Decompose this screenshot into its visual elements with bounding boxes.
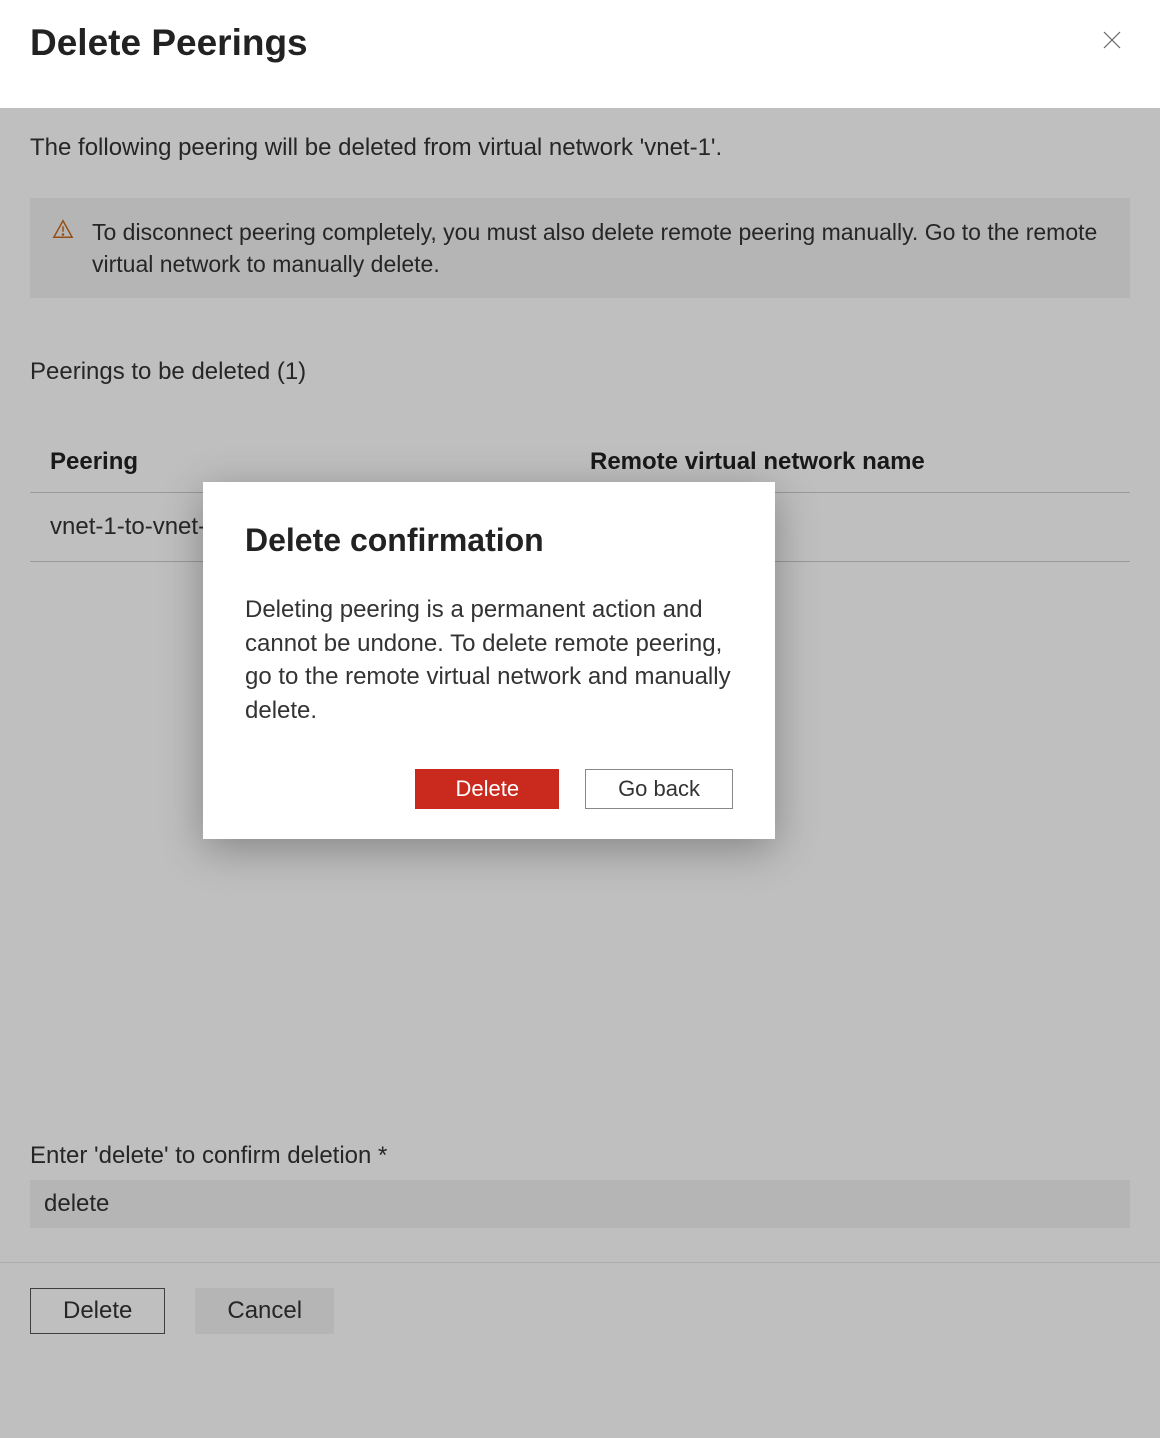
close-icon [1102,30,1122,55]
delete-confirmation-modal: Delete confirmation Deleting peering is … [203,482,775,839]
modal-delete-button[interactable]: Delete [415,769,559,809]
close-button[interactable] [1094,22,1130,63]
modal-go-back-button[interactable]: Go back [585,769,733,809]
modal-actions: Delete Go back [245,769,733,809]
page-title: Delete Peerings [30,22,308,64]
modal-text: Deleting peering is a permanent action a… [245,593,733,727]
modal-title: Delete confirmation [245,522,733,559]
panel-header: Delete Peerings [0,0,1160,96]
